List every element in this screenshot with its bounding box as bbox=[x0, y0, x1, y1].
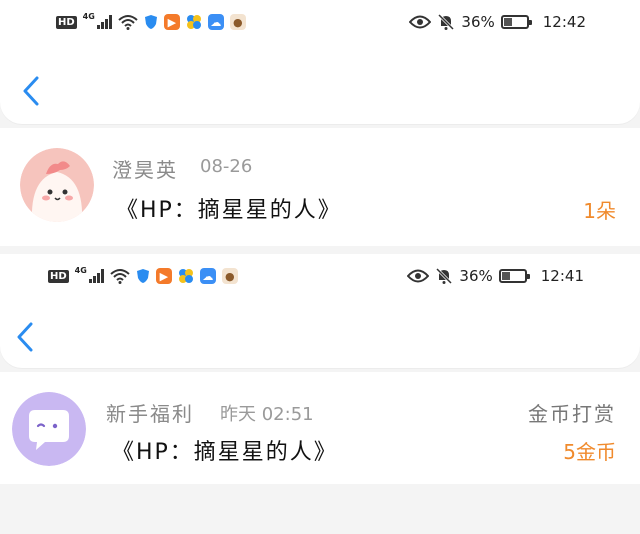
timestamp: 08-26 bbox=[200, 156, 253, 177]
eye-icon bbox=[407, 269, 430, 283]
mute-bell-icon bbox=[438, 13, 455, 31]
status-right-1: 36% 12:42 bbox=[409, 13, 586, 31]
top-bar-1: HD 4G ▶ ☁ ● 36% 12:42 bbox=[0, 0, 640, 124]
reward-type: 金币打赏 bbox=[528, 402, 616, 426]
list-item[interactable]: 澄昊英 08-26 《HP：摘星星的人》 1朵 bbox=[0, 128, 640, 246]
status-left-2: HD 4G ▶ ☁ ● bbox=[48, 265, 238, 284]
mute-bell-icon bbox=[436, 267, 453, 285]
book-title: 《HP：摘星星的人》 bbox=[116, 198, 342, 223]
status-right-2: 36% 12:41 bbox=[407, 267, 584, 285]
battery-icon bbox=[498, 269, 530, 283]
4g-icon: 4G bbox=[82, 11, 95, 21]
wifi-icon bbox=[118, 15, 138, 30]
back-button[interactable] bbox=[22, 74, 42, 108]
avatar bbox=[12, 392, 86, 466]
battery-percent: 36% bbox=[459, 267, 493, 285]
list-item[interactable]: 新手福利 昨天 02:51 金币打赏 《HP：摘星星的人》 5金币 bbox=[0, 372, 640, 484]
cake-app-icon: ● bbox=[229, 14, 246, 30]
cloud-app-icon: ☁ bbox=[199, 268, 216, 284]
back-chevron-icon bbox=[23, 76, 39, 106]
hd-icon: HD bbox=[48, 269, 69, 283]
4g-icon: 4G bbox=[74, 265, 87, 275]
pinwheel-app-icon bbox=[186, 15, 201, 29]
video-app-icon: ▶ bbox=[163, 14, 180, 30]
top-bar-2: HD 4G ▶ ☁ ● 36% 12:41 bbox=[0, 254, 640, 368]
status-bar-2: HD 4G ▶ ☁ ● 36% 12:41 bbox=[0, 254, 640, 298]
timestamp: 昨天 02:51 bbox=[220, 404, 314, 425]
sender-name: 新手福利 bbox=[106, 402, 194, 426]
cloud-app-icon: ☁ bbox=[207, 14, 224, 30]
book-title: 《HP：摘星星的人》 bbox=[112, 440, 338, 465]
back-chevron-icon bbox=[17, 322, 33, 352]
video-app-icon: ▶ bbox=[155, 268, 172, 284]
shield-icon bbox=[144, 15, 157, 29]
clock: 12:41 bbox=[540, 267, 584, 285]
eye-icon bbox=[409, 15, 432, 29]
gift-amount: 1朵 bbox=[583, 199, 616, 223]
wifi-icon bbox=[110, 269, 130, 284]
back-button[interactable] bbox=[16, 320, 36, 354]
pinwheel-app-icon bbox=[178, 269, 193, 283]
shield-icon bbox=[136, 269, 149, 283]
battery-percent: 36% bbox=[461, 13, 495, 31]
battery-icon bbox=[500, 15, 532, 29]
signal-icon bbox=[96, 15, 112, 29]
sender-name: 澄昊英 bbox=[112, 158, 178, 182]
signal-icon bbox=[88, 269, 104, 283]
avatar bbox=[20, 148, 94, 222]
status-left-1: HD 4G ▶ ☁ ● bbox=[56, 11, 246, 30]
status-bar-1: HD 4G ▶ ☁ ● 36% 12:42 bbox=[0, 0, 640, 44]
coin-amount: 5金币 bbox=[563, 440, 616, 464]
hd-icon: HD bbox=[56, 15, 77, 29]
cake-app-icon: ● bbox=[221, 268, 238, 284]
clock: 12:42 bbox=[542, 13, 586, 31]
